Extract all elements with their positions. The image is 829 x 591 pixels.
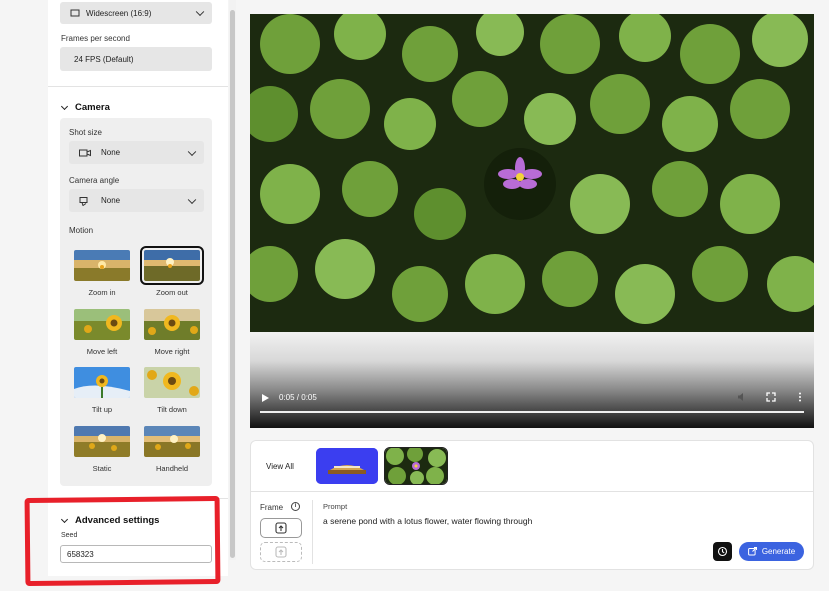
seed-label: Seed: [61, 532, 78, 539]
camera-angle-value: None: [101, 196, 121, 205]
camera-angle-dropdown[interactable]: None: [69, 189, 204, 212]
camera-angle-label: Camera angle: [69, 176, 120, 185]
fps-label: Frames per second: [61, 34, 130, 43]
seed-input[interactable]: 658323: [60, 545, 212, 563]
motion-static-thumb[interactable]: [74, 426, 130, 457]
prompt-textarea[interactable]: a serene pond with a lotus flower, water…: [323, 516, 532, 526]
play-icon[interactable]: [262, 394, 269, 402]
fullscreen-icon[interactable]: [766, 392, 776, 402]
info-icon[interactable]: i: [291, 502, 300, 511]
motion-move-right-thumb[interactable]: [144, 309, 200, 340]
history-button[interactable]: [713, 542, 732, 561]
camera-section-header[interactable]: Camera: [60, 102, 110, 113]
chevron-down-icon: [187, 147, 197, 156]
chevron-down-icon: [60, 515, 69, 523]
upload-icon: [275, 546, 287, 558]
chevron-down-icon: [195, 7, 205, 17]
fps-select[interactable]: 24 FPS (Default): [60, 47, 212, 71]
aspect-ratio-icon: [70, 9, 80, 17]
camera-angle-icon: [79, 196, 88, 206]
motion-caption: Static: [92, 464, 112, 473]
video-camera-icon: [79, 149, 91, 156]
video-frame: [250, 14, 814, 332]
upload-start-frame-button[interactable]: [260, 518, 302, 538]
advanced-settings-title: Advanced settings: [75, 515, 160, 526]
motion-move-left-thumb[interactable]: [74, 309, 130, 340]
motion-handheld-thumb[interactable]: [144, 426, 200, 457]
motion-tilt-down-thumb[interactable]: [144, 367, 200, 398]
motion-zoom-out-thumb[interactable]: [140, 246, 204, 285]
fps-value: 24 FPS (Default): [74, 54, 134, 64]
generate-icon: [747, 547, 757, 556]
composer-divider: [250, 491, 814, 492]
motion-caption: Tilt up: [91, 405, 113, 414]
prompt-label: Prompt: [323, 502, 348, 511]
section-divider: [48, 498, 228, 499]
section-divider: [48, 86, 228, 87]
aspect-ratio-dropdown[interactable]: Widescreen (16:9): [60, 2, 212, 24]
motion-label: Motion: [69, 226, 94, 235]
upload-end-frame-button[interactable]: [260, 542, 302, 562]
frame-label: Frame: [260, 503, 284, 512]
shot-size-label: Shot size: [69, 128, 102, 137]
motion-zoom-in-thumb[interactable]: [74, 250, 130, 281]
motion-tilt-up-thumb[interactable]: [74, 367, 130, 398]
motion-caption: Move right: [154, 347, 190, 356]
video-controls-gradient: [250, 332, 814, 428]
aspect-ratio-value: Widescreen (16:9): [86, 8, 152, 18]
video-time: 0:05 / 0:05: [279, 393, 317, 402]
history-thumb-pond[interactable]: [384, 447, 448, 485]
view-all-link[interactable]: View All: [266, 462, 294, 471]
advanced-settings-header[interactable]: Advanced settings: [60, 515, 160, 526]
motion-caption: Zoom out: [156, 288, 188, 297]
history-icon: [717, 546, 728, 557]
composer-vertical-divider: [312, 500, 313, 564]
video-player[interactable]: [250, 14, 814, 428]
motion-caption: Move left: [86, 347, 118, 356]
camera-section-title: Camera: [75, 102, 110, 113]
chevron-down-icon: [60, 102, 69, 110]
more-options-icon[interactable]: [795, 392, 805, 402]
generate-button[interactable]: Generate: [739, 542, 804, 561]
shot-size-value: None: [101, 148, 121, 157]
video-progress-bar[interactable]: [260, 411, 804, 413]
generate-label: Generate: [761, 547, 796, 556]
history-thumb-boat[interactable]: [316, 448, 378, 484]
motion-caption: Handheld: [155, 464, 189, 473]
volume-icon[interactable]: [737, 392, 747, 402]
shot-size-dropdown[interactable]: None: [69, 141, 204, 164]
chevron-down-icon: [187, 195, 197, 204]
motion-caption: Zoom in: [88, 288, 116, 297]
motion-caption: Tilt down: [157, 405, 187, 414]
upload-icon: [275, 522, 287, 534]
panel-scrollbar-thumb[interactable]: [230, 10, 235, 558]
